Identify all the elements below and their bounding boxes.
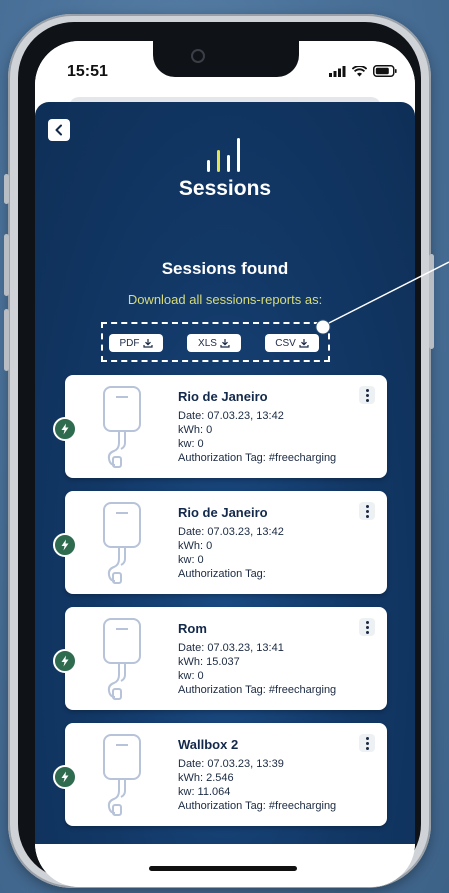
- notch: [153, 41, 299, 77]
- download-icon: [142, 339, 153, 348]
- sessions-screen: Sessions Sessions found Download all ses…: [35, 102, 415, 844]
- download-xls-label: XLS: [198, 337, 217, 349]
- wallbox-charger-icon: [103, 618, 141, 700]
- session-name: Rio de Janeiro: [178, 505, 268, 520]
- lightning-icon: [53, 417, 77, 441]
- download-label: Download all sessions-reports as:: [127, 292, 323, 307]
- session-kw: kw: 11.064: [178, 786, 231, 798]
- signal-icon: [329, 65, 346, 77]
- session-card[interactable]: Wallbox 2 Date: 07.03.23, 13:39 kWh: 2.5…: [53, 723, 387, 826]
- home-indicator-area: [35, 844, 415, 887]
- battery-icon: [373, 65, 397, 77]
- download-icon: [299, 339, 309, 348]
- session-kw: kw: 0: [178, 554, 204, 566]
- session-name: Wallbox 2: [178, 737, 239, 752]
- camera-icon: [191, 49, 205, 63]
- session-card[interactable]: Rio de Janeiro Date: 07.03.23, 13:42 kWh…: [53, 375, 387, 478]
- page-title: Sessions: [178, 177, 272, 200]
- wallbox-charger-icon: [103, 734, 141, 816]
- wallbox-charger-icon: [103, 502, 141, 584]
- session-kwh: kWh: 0: [178, 540, 213, 552]
- mute-switch: [4, 174, 9, 204]
- session-date: Date: 07.03.23, 13:42: [178, 410, 284, 422]
- download-pdf-label: PDF: [119, 337, 140, 349]
- session-auth-tag: Authorization Tag: #freecharging: [178, 684, 337, 696]
- download-csv-button[interactable]: CSV: [265, 334, 319, 352]
- download-xls-button[interactable]: XLS: [187, 334, 241, 352]
- download-csv-label: CSV: [275, 337, 296, 349]
- home-indicator[interactable]: [149, 866, 297, 871]
- session-kw: kw: 0: [178, 438, 204, 450]
- phone-frame: 15:51 Sessions Sessions found Download a…: [4, 14, 434, 888]
- lightning-icon: [53, 533, 77, 557]
- session-name: Rom: [178, 621, 207, 636]
- session-auth-tag: Authorization Tag: #freecharging: [178, 800, 337, 812]
- session-kwh: kWh: 0: [178, 424, 213, 436]
- chevron-left-icon: [55, 124, 62, 136]
- wallbox-charger-icon: [103, 386, 141, 468]
- session-auth-tag: Authorization Tag: #freecharging: [178, 452, 337, 464]
- more-options-button[interactable]: [359, 386, 375, 404]
- session-auth-tag: Authorization Tag:: [178, 568, 266, 580]
- session-card[interactable]: Rio de Janeiro Date: 07.03.23, 13:42 kWh…: [53, 491, 387, 594]
- status-bar: 15:51: [35, 41, 415, 105]
- volume-up-button: [4, 234, 9, 296]
- wifi-icon: [352, 65, 367, 76]
- sessions-bars-icon: [207, 138, 240, 172]
- session-date: Date: 07.03.23, 13:42: [178, 526, 284, 538]
- session-kwh: kWh: 15.037: [178, 656, 240, 668]
- volume-down-button: [4, 309, 9, 371]
- session-name: Rio de Janeiro: [178, 389, 268, 404]
- power-button: [429, 254, 434, 349]
- session-date: Date: 07.03.23, 13:41: [178, 642, 284, 654]
- status-time: 15:51: [67, 63, 108, 80]
- session-date: Date: 07.03.23, 13:39: [178, 758, 284, 770]
- status-icons: [329, 65, 397, 77]
- session-card[interactable]: Rom Date: 07.03.23, 13:41 kWh: 15.037 kw…: [53, 607, 387, 710]
- screen: 15:51 Sessions Sessions found Download a…: [35, 41, 415, 887]
- session-kw: kw: 0: [178, 670, 204, 682]
- download-options-highlight: PDF XLS CSV: [101, 322, 330, 362]
- more-options-button[interactable]: [359, 502, 375, 520]
- session-kwh: kWh: 2.546: [178, 772, 234, 784]
- results-heading: Sessions found: [161, 259, 289, 278]
- more-options-button[interactable]: [359, 734, 375, 752]
- lightning-icon: [53, 765, 77, 789]
- back-button[interactable]: [48, 119, 70, 141]
- download-icon: [220, 339, 230, 348]
- download-pdf-button[interactable]: PDF: [109, 334, 163, 352]
- lightning-icon: [53, 649, 77, 673]
- more-options-button[interactable]: [359, 618, 375, 636]
